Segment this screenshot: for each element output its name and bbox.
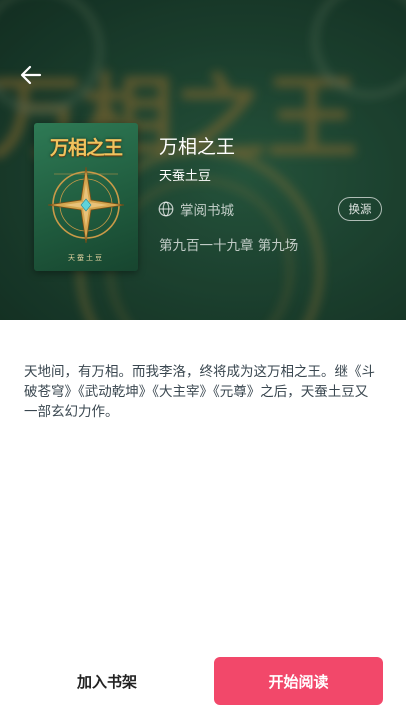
globe-icon (158, 201, 174, 217)
book-author[interactable]: 天蚕土豆 (159, 165, 211, 184)
cover-title-text: 万相之王 (49, 137, 123, 159)
book-source[interactable]: 掌阅书城 (158, 199, 234, 219)
book-cover[interactable]: 万相之王 天蚕土豆 (34, 123, 138, 271)
latest-chapter[interactable]: 第九百一十九章 第九场 (159, 234, 298, 254)
switch-source-button[interactable]: 换源 (338, 197, 382, 221)
cover-author-text: 天蚕土豆 (68, 254, 104, 262)
start-reading-button[interactable]: 开始阅读 (214, 657, 383, 705)
back-button[interactable] (14, 58, 48, 92)
book-description: 天地间，有万相。而我李洛，终将成为这万相之王。继《斗破苍穹》《武动乾坤》《大主宰… (24, 364, 375, 420)
arrow-left-icon (20, 65, 42, 85)
add-to-shelf-button[interactable]: 加入书架 (24, 657, 190, 705)
book-title: 万相之王 (159, 136, 236, 158)
source-name: 掌阅书城 (180, 203, 234, 219)
